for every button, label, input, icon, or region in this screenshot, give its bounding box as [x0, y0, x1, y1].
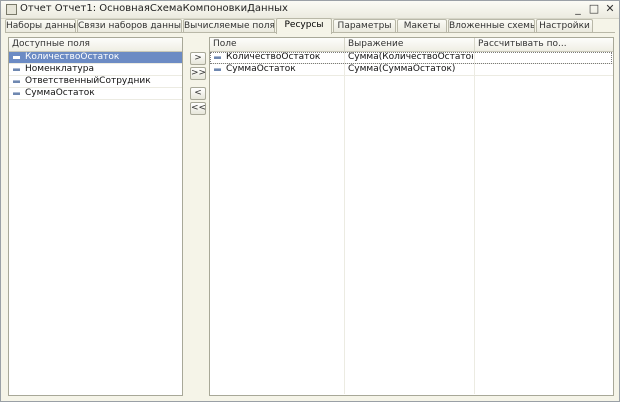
- row-expression: Сумма(СуммаОстаток): [348, 64, 456, 74]
- window-icon: [6, 4, 17, 15]
- column-header-field[interactable]: Поле: [210, 38, 345, 51]
- available-field-row[interactable]: СуммаОстаток: [9, 88, 182, 100]
- close-button[interactable]: ✕: [603, 2, 617, 16]
- field-icon: [13, 92, 20, 95]
- column-header-calc-by[interactable]: Рассчитывать по...: [475, 38, 612, 51]
- add-all-fields-button[interactable]: >>: [190, 67, 206, 80]
- tab-resources[interactable]: Ресурсы: [276, 18, 332, 34]
- resources-table-header: Поле Выражение Рассчитывать по...: [210, 38, 613, 52]
- table-row[interactable]: СуммаОстаток Сумма(СуммаОстаток): [210, 64, 613, 76]
- report-window: Отчет Отчет1: ОсновнаяСхемаКомпоновкиДан…: [0, 0, 620, 402]
- add-field-button[interactable]: >: [190, 52, 206, 65]
- available-fields-panel: Доступные поля КоличествоОстаток Номенкл…: [8, 37, 183, 396]
- available-field-label: КоличествоОстаток: [25, 52, 120, 62]
- available-field-label: СуммаОстаток: [25, 88, 95, 98]
- tab-settings[interactable]: Настройки: [536, 19, 593, 33]
- title-bar: Отчет Отчет1: ОсновнаяСхемаКомпоновкиДан…: [1, 1, 619, 19]
- remove-all-fields-button[interactable]: <<: [190, 102, 206, 115]
- tab-strip: Наборы данных Связи наборов данных Вычис…: [5, 18, 617, 34]
- field-icon: [214, 68, 221, 71]
- maximize-button[interactable]: □: [587, 2, 601, 16]
- field-icon: [13, 56, 20, 59]
- tab-calculated-fields[interactable]: Вычисляемые поля: [183, 19, 275, 33]
- window-title: Отчет Отчет1: ОсновнаяСхемаКомпоновкиДан…: [20, 3, 288, 14]
- focus-rectangle: [210, 52, 612, 64]
- tab-templates[interactable]: Макеты: [397, 19, 447, 33]
- available-field-label: Номенклатура: [25, 64, 94, 74]
- column-divider: [344, 52, 345, 394]
- field-icon: [13, 80, 20, 83]
- tab-parameters[interactable]: Параметры: [333, 19, 396, 33]
- row-calc-by: [478, 64, 608, 75]
- available-fields-header: Доступные поля: [9, 38, 182, 52]
- field-icon: [13, 68, 20, 71]
- column-divider: [474, 52, 475, 394]
- column-header-expression[interactable]: Выражение: [345, 38, 475, 51]
- available-field-label: ОтветственныйСотрудник: [25, 76, 151, 86]
- available-field-row[interactable]: Номенклатура: [9, 64, 182, 76]
- available-fields-header-label: Доступные поля: [12, 39, 90, 49]
- tab-datasets[interactable]: Наборы данных: [5, 19, 76, 33]
- resources-table: Поле Выражение Рассчитывать по... Количе…: [209, 37, 614, 396]
- available-field-row[interactable]: ОтветственныйСотрудник: [9, 76, 182, 88]
- tab-nested-schemas[interactable]: Вложенные схемы: [448, 19, 535, 33]
- remove-field-button[interactable]: <: [190, 87, 206, 100]
- minimize-button[interactable]: _: [571, 2, 585, 16]
- available-field-row[interactable]: КоличествоОстаток: [9, 52, 182, 64]
- tab-dataset-links[interactable]: Связи наборов данных: [77, 19, 182, 33]
- row-field: СуммаОстаток: [226, 64, 296, 74]
